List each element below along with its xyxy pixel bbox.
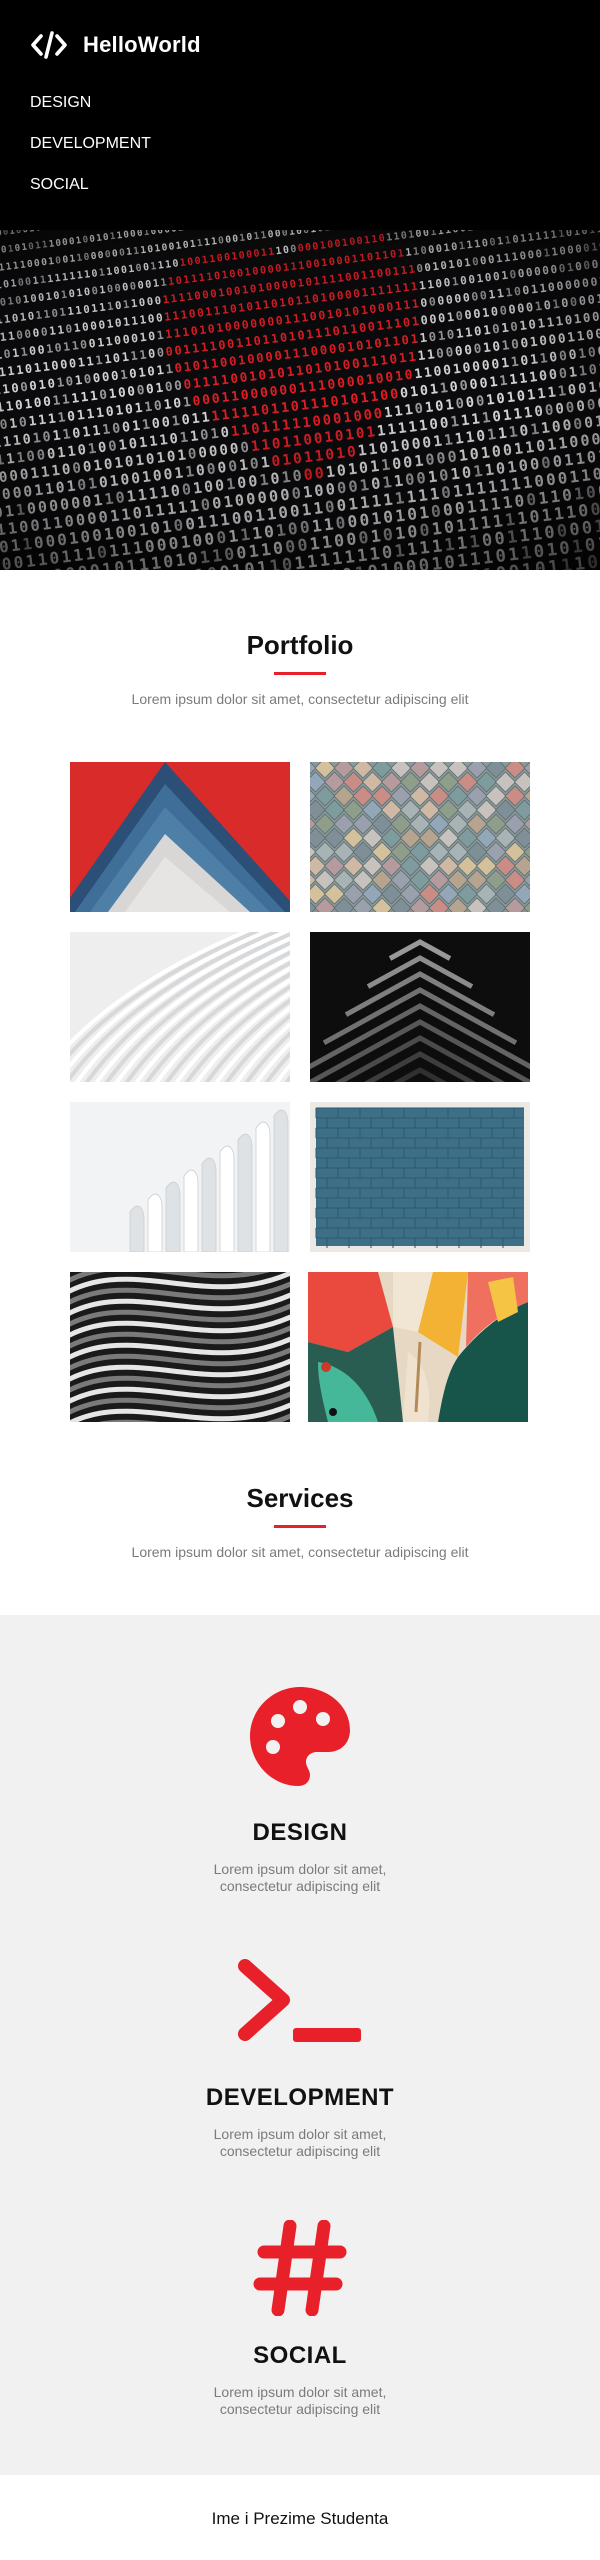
service-design-desc-line1: Lorem ipsum dolor sit amet, [213, 1861, 387, 1877]
portfolio-subtitle: Lorem ipsum dolor sit amet, consectetur … [131, 691, 469, 707]
portfolio-item-red-blue-chevrons[interactable] [70, 762, 290, 912]
service-social: SOCIAL Lorem ipsum dolor sit amet, conse… [0, 2220, 600, 2418]
portfolio-image [70, 1272, 290, 1422]
service-development: DEVELOPMENT Lorem ipsum dolor sit amet, … [0, 1958, 600, 2160]
service-social-desc-line1: Lorem ipsum dolor sit amet, [213, 2384, 387, 2400]
portfolio-header: Portfolio Lorem ipsum dolor sit amet, co… [0, 630, 600, 707]
portfolio-item-blue-brick[interactable] [310, 1102, 530, 1252]
service-social-title: SOCIAL [253, 2342, 347, 2369]
service-design-desc: Lorem ipsum dolor sit amet, consectetur … [0, 1861, 600, 1895]
nav-item-design[interactable]: DESIGN [30, 93, 151, 134]
footer-student-name: Ime i Prezime Studenta [211, 2509, 389, 2528]
main-nav: DESIGN DEVELOPMENT SOCIAL [30, 93, 151, 216]
portfolio-image [308, 1272, 528, 1422]
hero-banner: 1011010000010010100101100100010010001111… [0, 230, 600, 570]
services-subtitle: Lorem ipsum dolor sit amet, consectetur … [131, 1544, 469, 1560]
portfolio-image [310, 1102, 530, 1252]
site-footer: Ime i Prezime Studenta [0, 2475, 600, 2560]
portfolio-title: Portfolio [246, 630, 354, 660]
service-design: DESIGN Lorem ipsum dolor sit amet, conse… [0, 1685, 600, 1895]
nav-item-social[interactable]: SOCIAL [30, 175, 151, 216]
service-social-desc: Lorem ipsum dolor sit amet, consectetur … [0, 2384, 600, 2418]
palette-icon [250, 1687, 350, 1786]
portfolio-item-grey-louvres[interactable] [70, 1272, 290, 1422]
terminal-icon [238, 1959, 361, 2042]
service-design-title: DESIGN [252, 1819, 348, 1846]
brand-link[interactable]: HelloWorld [30, 30, 201, 60]
portfolio-item-abstract-painting[interactable] [308, 1272, 528, 1422]
portfolio-image [310, 762, 530, 912]
portfolio-item-colorful-tiles[interactable] [310, 762, 530, 912]
portfolio-item-white-architecture[interactable] [70, 932, 290, 1082]
services-section: DESIGN Lorem ipsum dolor sit amet, conse… [0, 1615, 600, 2475]
service-social-desc-line2: consectetur adipiscing elit [219, 2401, 381, 2417]
portfolio-image [70, 1102, 290, 1252]
services-title-underline [274, 1525, 326, 1528]
code-brackets-icon [31, 31, 67, 59]
portfolio-item-dark-chevrons[interactable] [310, 932, 530, 1082]
services-header: Services Lorem ipsum dolor sit amet, con… [0, 1483, 600, 1560]
nav-item-development[interactable]: DEVELOPMENT [30, 134, 151, 175]
portfolio-image [70, 762, 290, 912]
binary-code-heart-image: 1011010000010010100101100100010010001111… [0, 230, 600, 570]
brand-name: HelloWorld [83, 32, 201, 57]
hashtag-icon [253, 2220, 347, 2316]
service-development-desc: Lorem ipsum dolor sit amet, consectetur … [0, 2126, 600, 2160]
service-development-desc-line2: consectetur adipiscing elit [219, 2143, 381, 2159]
portfolio-title-underline [274, 672, 326, 675]
site-header: HelloWorld DESIGN DEVELOPMENT SOCIAL [0, 0, 600, 230]
service-design-desc-line2: consectetur adipiscing elit [219, 1878, 381, 1894]
service-development-title: DEVELOPMENT [205, 2084, 395, 2111]
portfolio-item-white-sculpture[interactable] [70, 1102, 290, 1252]
service-development-desc-line1: Lorem ipsum dolor sit amet, [213, 2126, 387, 2142]
portfolio-image [70, 932, 290, 1082]
portfolio-image [310, 932, 530, 1082]
services-title: Services [246, 1483, 354, 1513]
